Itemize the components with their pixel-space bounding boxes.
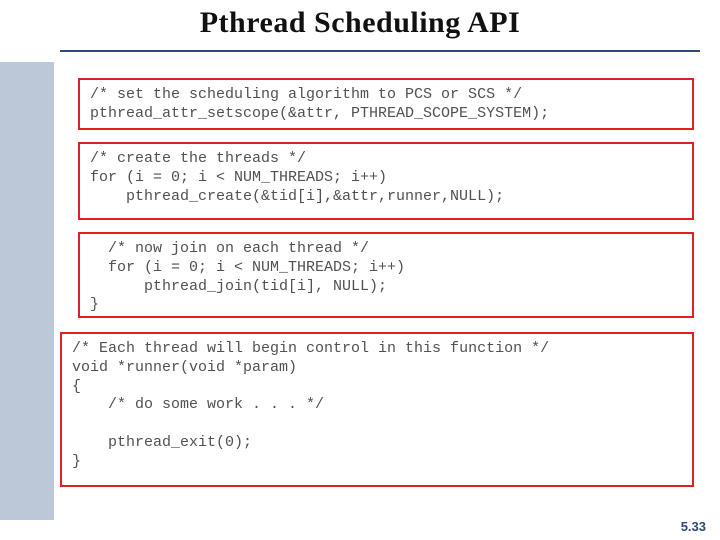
code-join: /* now join on each thread */ for (i = 0… (90, 240, 682, 315)
slide-title: Pthread Scheduling API (0, 6, 720, 40)
code-create: /* create the threads */ for (i = 0; i <… (90, 150, 682, 206)
title-underline (60, 50, 700, 52)
code-box-join: /* now join on each thread */ for (i = 0… (78, 232, 694, 318)
code-box-runner: /* Each thread will begin control in thi… (60, 332, 694, 487)
code-runner: /* Each thread will begin control in thi… (72, 340, 682, 471)
code-box-create: /* create the threads */ for (i = 0; i <… (78, 142, 694, 220)
left-sidebar (0, 62, 54, 520)
page-number: 5.33 (681, 519, 706, 534)
code-setscope: /* set the scheduling algorithm to PCS o… (90, 86, 682, 124)
code-box-setscope: /* set the scheduling algorithm to PCS o… (78, 78, 694, 130)
slide: Pthread Scheduling API /* set the schedu… (0, 0, 720, 540)
